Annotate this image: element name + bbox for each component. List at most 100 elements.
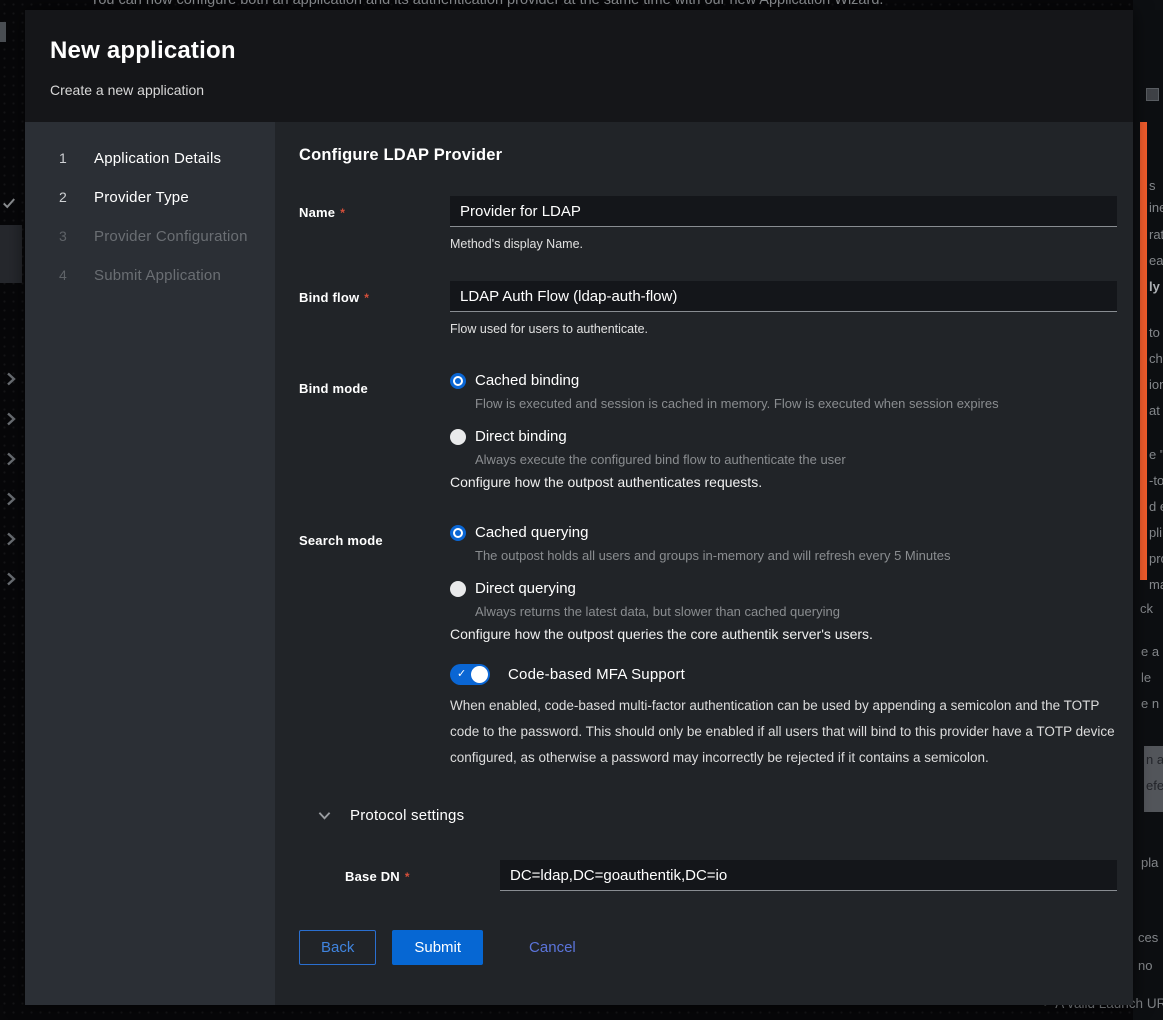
clipped-text: ion: [1149, 377, 1163, 392]
bind-flow-input[interactable]: [450, 281, 1117, 312]
bind-mode-label: Bind mode: [299, 372, 450, 490]
step-number: 3: [59, 228, 71, 244]
step-application-details[interactable]: 1 Application Details: [25, 139, 275, 178]
field-bind-flow: Bind flow* Flow used for users to authen…: [299, 281, 1117, 336]
step-label: Submit Application: [94, 267, 221, 284]
new-application-modal: New application Create a new application…: [25, 10, 1133, 1005]
clipped-text: e "c: [1149, 447, 1163, 462]
field-search-mode: Search mode Cached querying The outpost …: [299, 524, 1117, 642]
modal-subtitle: Create a new application: [50, 82, 1108, 98]
back-button[interactable]: Back: [299, 930, 376, 965]
field-mfa-support: ✓ Code-based MFA Support When enabled, c…: [299, 664, 1117, 771]
clipped-text: ch: [1149, 351, 1163, 366]
clipped-text: le: [1141, 670, 1151, 685]
clipped-text: s: [1149, 178, 1156, 193]
radio-selected-icon[interactable]: [450, 525, 466, 541]
chevron-right-icon: [5, 412, 17, 431]
clipped-text: ces: [1138, 930, 1158, 945]
background-selected-row: [0, 225, 22, 283]
step-number: 1: [59, 150, 71, 166]
required-asterisk: *: [340, 206, 345, 220]
background-nav-fragment: [0, 22, 6, 42]
mfa-toggle-row[interactable]: ✓ Code-based MFA Support: [450, 664, 1117, 685]
clipped-text: ea: [1149, 253, 1163, 268]
clipped-text: ck: [1140, 601, 1153, 616]
required-asterisk: *: [405, 870, 410, 884]
modal-title: New application: [50, 37, 1108, 65]
name-input[interactable]: [450, 196, 1117, 227]
field-base-dn: Base DN*: [299, 860, 1117, 891]
field-name: Name* Method's display Name.: [299, 196, 1117, 251]
radio-cached-querying[interactable]: Cached querying: [450, 524, 1117, 541]
bind-flow-label: Bind flow*: [299, 281, 450, 336]
bind-mode-help: Configure how the outpost authenticates …: [450, 474, 1117, 490]
chevron-right-icon: [5, 572, 17, 591]
clipped-text: ma: [1149, 577, 1163, 592]
radio-unselected-icon[interactable]: [450, 581, 466, 597]
clipped-text: ine: [1149, 200, 1163, 215]
radio-direct-binding[interactable]: Direct binding: [450, 428, 1117, 445]
clipped-text: no: [1138, 958, 1152, 973]
radio-description: The outpost holds all users and groups i…: [475, 548, 1117, 563]
clipped-text: ly a: [1149, 279, 1163, 294]
name-help: Method's display Name.: [450, 237, 1117, 251]
background-button-fragment: [1146, 88, 1159, 101]
wizard-announcement-banner: You can now configure both an applicatio…: [90, 0, 883, 8]
clipped-text: to: [1149, 325, 1160, 340]
step-number: 2: [59, 189, 71, 205]
clipped-text: e a: [1141, 644, 1159, 659]
chevron-right-icon: [5, 452, 17, 471]
radio-direct-querying[interactable]: Direct querying: [450, 580, 1117, 597]
wizard-footer: Back Submit Cancel: [299, 930, 1117, 965]
clipped-text: rat: [1149, 227, 1163, 242]
clipped-text: n a: [1146, 752, 1163, 767]
clipped-text: pro: [1149, 551, 1163, 566]
radio-description: Always returns the latest data, but slow…: [475, 604, 1117, 619]
chevron-right-icon: [5, 372, 17, 391]
submit-button[interactable]: Submit: [392, 930, 483, 965]
radio-description: Always execute the configured bind flow …: [475, 452, 1117, 467]
search-mode-help: Configure how the outpost queries the co…: [450, 626, 1117, 642]
radio-unselected-icon[interactable]: [450, 429, 466, 445]
mfa-description: When enabled, code-based multi-factor au…: [450, 693, 1117, 771]
search-mode-label: Search mode: [299, 524, 450, 642]
wizard-step-pane: Configure LDAP Provider Name* Method's d…: [275, 122, 1133, 1005]
protocol-settings-label: Protocol settings: [350, 807, 464, 824]
step-provider-configuration: 3 Provider Configuration: [25, 217, 275, 256]
clipped-text: at: [1149, 403, 1160, 418]
radio-cached-binding[interactable]: Cached binding: [450, 372, 1117, 389]
wizard-steps-sidebar: 1 Application Details 2 Provider Type 3 …: [25, 122, 275, 1005]
clipped-text: efe: [1146, 778, 1163, 793]
chevron-right-icon: [5, 532, 17, 551]
step-label: Provider Configuration: [94, 228, 248, 245]
step-number: 4: [59, 267, 71, 283]
check-icon: [2, 196, 16, 215]
radio-selected-icon[interactable]: [450, 373, 466, 389]
chevron-down-icon: [318, 811, 331, 820]
modal-header: New application Create a new application: [25, 10, 1133, 122]
cancel-button[interactable]: Cancel: [525, 931, 580, 964]
clipped-text: e n: [1141, 696, 1159, 711]
clipped-text: pli: [1149, 525, 1162, 540]
required-asterisk: *: [364, 291, 369, 305]
clipped-text: pla: [1141, 855, 1158, 870]
step-submit-application: 4 Submit Application: [25, 256, 275, 295]
chevron-right-icon: [5, 492, 17, 511]
background-highlight-box: n a efe: [1144, 746, 1163, 812]
pane-heading: Configure LDAP Provider: [299, 146, 1117, 165]
clipped-text: d e: [1149, 499, 1163, 514]
docs-panel-orange-scrollbar[interactable]: [1140, 122, 1147, 580]
clipped-text: -to: [1149, 473, 1163, 488]
base-dn-input[interactable]: [500, 860, 1117, 891]
radio-description: Flow is executed and session is cached i…: [475, 396, 1117, 411]
bind-flow-help: Flow used for users to authenticate.: [450, 322, 1117, 336]
field-bind-mode: Bind mode Cached binding Flow is execute…: [299, 372, 1117, 490]
step-label: Provider Type: [94, 189, 189, 206]
name-label: Name*: [299, 196, 450, 251]
toggle-on-icon[interactable]: ✓: [450, 664, 490, 685]
step-provider-type[interactable]: 2 Provider Type: [25, 178, 275, 217]
base-dn-label: Base DN*: [345, 860, 500, 891]
mfa-toggle-label: Code-based MFA Support: [508, 666, 685, 683]
protocol-settings-group[interactable]: Protocol settings: [318, 807, 1117, 824]
step-label: Application Details: [94, 150, 221, 167]
